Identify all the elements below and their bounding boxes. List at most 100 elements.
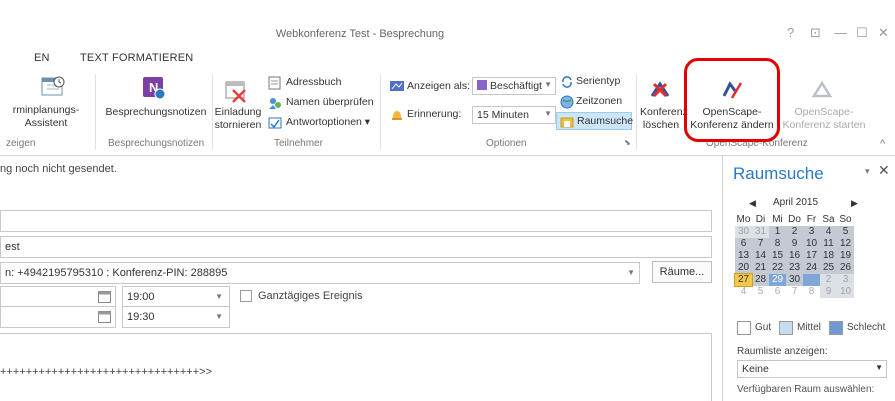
reminder-select[interactable]: 15 Minuten ▼ [472,106,556,124]
group-label-teilnehmer: Teilnehmer [274,138,323,149]
chevron-down-icon: ▼ [875,363,883,372]
calendar-day[interactable]: 23 [786,262,803,274]
calendar-day[interactable]: 12 [837,238,854,250]
calendar-day[interactable]: 6 [769,286,786,298]
prev-month-icon[interactable]: ◀ [749,198,756,209]
calendar-month: April 2015 [773,197,819,208]
calendar-day-selected[interactable]: 29 [769,274,786,286]
calendar-day[interactable]: 30 [735,226,752,238]
calendar-day[interactable]: 9 [820,286,837,298]
calendar-day[interactable]: 21 [752,262,769,274]
calendar-day[interactable]: 4 [735,286,752,298]
calendar-day[interactable]: 13 [735,250,752,262]
end-date-field[interactable] [0,306,116,328]
ribbon-display-button[interactable]: ⊡ [810,25,821,41]
calendar-day[interactable]: 26 [837,262,854,274]
calendar-day[interactable]: 5 [752,286,769,298]
show-as-icon [390,81,404,91]
calendar-day[interactable]: 7 [752,238,769,250]
start-time-field[interactable]: 19:00 ▼ [122,286,230,308]
reminder-label: Erinnerung: [407,108,462,120]
tab-partial[interactable]: EN [34,52,50,64]
calendar-day[interactable]: 17 [803,250,820,262]
calendar-day[interactable]: 6 [735,238,752,250]
calendar-day[interactable]: 10 [837,286,854,298]
chevron-down-icon: ▼ [544,80,552,89]
message-body[interactable]: +++++++++++++++++++++++++++++++>> [0,333,712,401]
close-pane-icon[interactable]: ✕ [878,162,890,179]
calendar-day[interactable]: 11 [820,238,837,250]
calendar-day[interactable]: 25 [820,262,837,274]
legend-medium-swatch [779,321,793,335]
recurrence-icon [562,76,572,88]
calendar-day-today[interactable]: 27 [734,273,753,287]
meeting-notes-button[interactable]: Besprechungsnotizen [104,106,208,119]
collapse-ribbon-button[interactable]: ^ [880,138,885,150]
calendar-day[interactable]: 24 [803,262,820,274]
dialin-field[interactable]: n: +4942195795310 : Konferenz-PIN: 28889… [0,262,640,284]
calendar-day[interactable]: 2 [820,274,837,286]
calendar-day[interactable]: 3 [837,274,854,286]
response-options-button[interactable]: Antwortoptionen ▾ [286,116,370,128]
calendar-day[interactable]: 5 [837,226,854,238]
end-time-field[interactable]: 19:30 ▼ [122,306,230,328]
show-as-select[interactable]: Beschäftigt ▼ [472,77,556,95]
tab-text-formatieren[interactable]: TEXT FORMATIEREN [80,52,193,64]
close-window-button[interactable]: ✕ [878,25,889,41]
pane-menu-icon[interactable]: ▾ [865,166,870,177]
calendar-day[interactable]: 18 [820,250,837,262]
all-day-checkbox[interactable] [240,290,252,302]
calendar-day[interactable]: 16 [786,250,803,262]
room-list-label: Raumliste anzeigen: [737,346,828,357]
highlight-annotation [684,58,780,142]
address-book-button[interactable]: Adressbuch [286,76,341,88]
all-day-label: Ganztägiges Ereignis [258,290,363,302]
calendar-day[interactable]: 4 [820,226,837,238]
onenote-icon: N [143,77,166,100]
calendar-day[interactable]: 8 [803,286,820,298]
help-button[interactable]: ? [787,25,794,40]
start-date-field[interactable] [0,286,116,308]
calendar-day[interactable]: 20 [735,262,752,274]
next-month-icon[interactable]: ▶ [851,198,858,209]
time-zones-button[interactable]: Zeitzonen [576,95,622,107]
scheduling-assistant-button[interactable]: rminplanungs- Assistent [2,104,90,130]
calendar-day[interactable]: 2 [786,226,803,238]
calendar-day[interactable]: 14 [752,250,769,262]
check-names-button[interactable]: Namen überprüfen [286,96,374,108]
room-list-select[interactable]: Keine ▼ [737,360,887,378]
calendar-day[interactable]: 19 [837,250,854,262]
chevron-down-icon: ▼ [544,109,552,118]
calendar-day[interactable]: 15 [769,250,786,262]
cancel-invitation-button[interactable]: Einladung stornieren [214,106,262,132]
calendar-day[interactable]: 30 [786,274,803,286]
calendar-day[interactable]: 9 [786,238,803,250]
location-field[interactable]: est [0,236,712,258]
calendar-day[interactable]: 3 [803,226,820,238]
rooms-button[interactable]: Räume... [652,261,712,283]
calendar-day[interactable]: 8 [769,238,786,250]
minimize-button[interactable]: — [834,25,847,40]
chevron-down-icon: ▼ [215,312,223,321]
chevron-down-icon: ▼ [215,292,223,301]
calendar-day[interactable]: 31 [752,226,769,238]
start-conference-button[interactable]: OpenScape- Konferenz starten [780,106,868,132]
room-finder-toggle[interactable]: Raumsuche [556,112,633,130]
conference-delete-icon [650,81,670,98]
recurrence-button[interactable]: Serientyp [576,75,620,87]
calendar-icon [98,291,111,303]
calendar-day[interactable]: 7 [786,286,803,298]
calendar-day[interactable]: 22 [769,262,786,274]
calendar-day[interactable]: 1 [803,274,820,286]
subject-field[interactable] [0,210,712,232]
info-message: ng noch nicht gesendet. [0,163,117,175]
calendar-day[interactable]: 10 [803,238,820,250]
window-title: Webkonferenz Test - Besprechung [275,28,445,40]
maximize-button[interactable]: ☐ [856,25,868,41]
legend-good-swatch [737,321,751,335]
chevron-down-icon: ▼ [627,268,635,277]
calendar-day[interactable]: 28 [752,274,769,286]
delete-conference-button[interactable]: Konferenz löschen [640,106,688,132]
dialog-launcher-icon[interactable]: ⬊ [624,138,631,147]
calendar-day[interactable]: 1 [769,226,786,238]
